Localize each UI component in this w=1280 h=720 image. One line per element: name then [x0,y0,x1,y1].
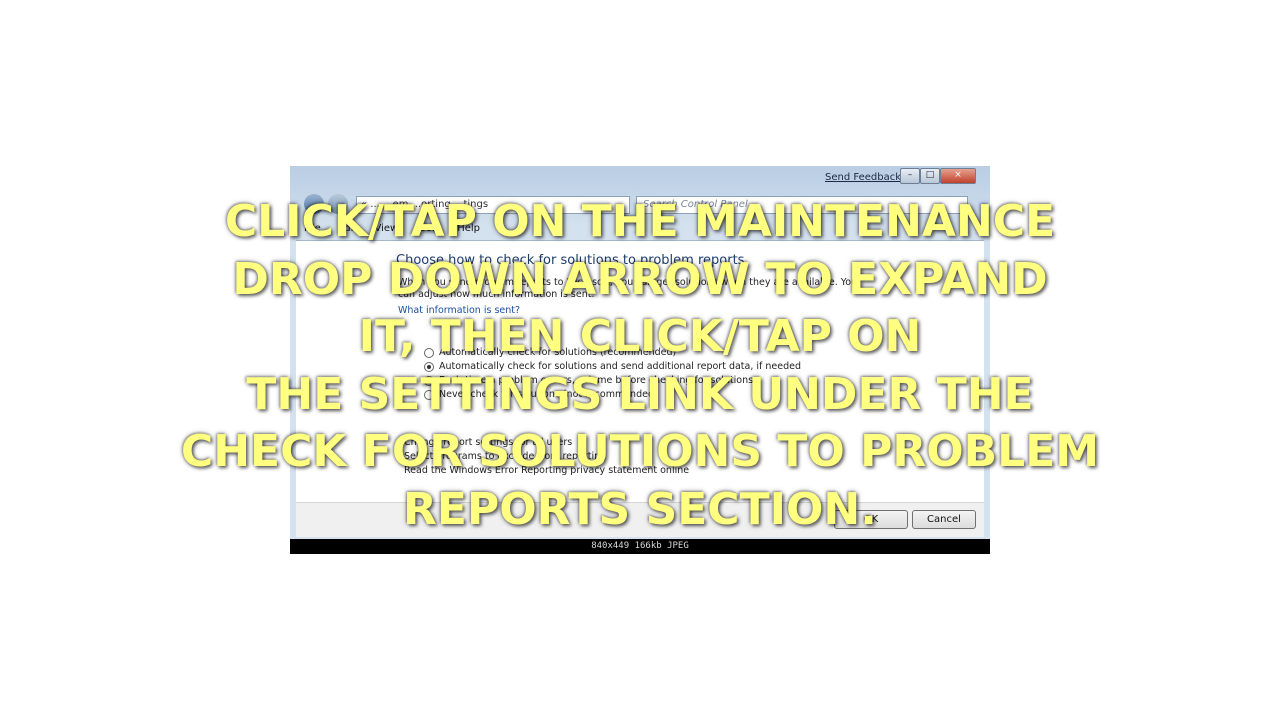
maximize-button[interactable]: □ [920,168,940,184]
caption-line: REPORTS SECTION. [403,483,877,535]
image-info-bar: 840x449 166kb JPEG [290,539,990,554]
caption-line: DROP DOWN ARROW TO EXPAND [232,253,1048,305]
caption-line: THE SETTINGS LINK UNDER THE [246,368,1034,420]
caption-line: IT, THEN CLICK/TAP ON [358,311,922,362]
caption-line: CHECK FOR SOLUTIONS TO PROBLEM [180,426,1100,477]
close-button[interactable]: × [940,168,976,184]
caption-line: CLICK/TAP ON THE MAINTENANCE [224,196,1056,247]
minimize-button[interactable]: – [900,168,920,184]
instruction-caption: CLICK/TAP ON THE MAINTENANCE DROP DOWN A… [140,193,1140,538]
send-feedback-link[interactable]: Send Feedback [825,172,901,183]
